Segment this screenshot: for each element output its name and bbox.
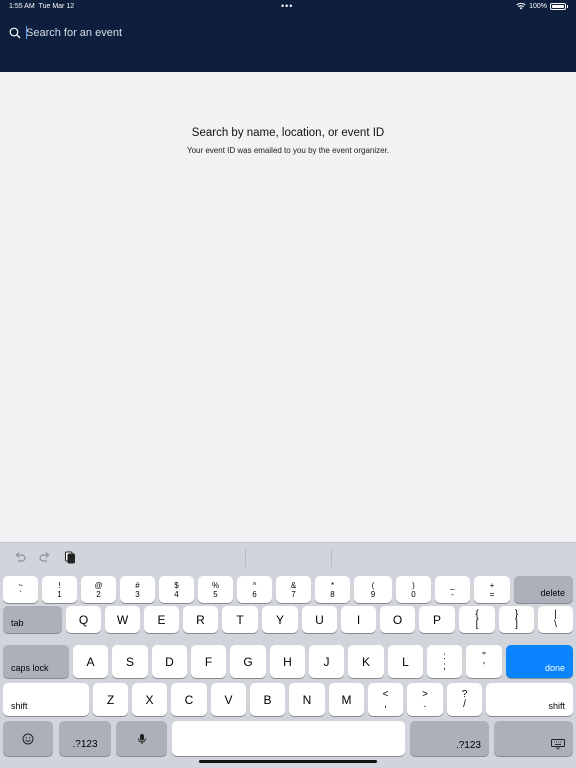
key-e[interactable]: E bbox=[144, 606, 179, 633]
key-bracket-close[interactable]: }] bbox=[499, 606, 534, 633]
key-bracket-open[interactable]: {[ bbox=[459, 606, 495, 633]
battery-percent: 100% bbox=[529, 2, 547, 10]
key-7[interactable]: & 7 bbox=[276, 576, 311, 603]
paste-icon[interactable] bbox=[63, 550, 77, 564]
hide-keyboard-key[interactable] bbox=[494, 721, 573, 756]
shift-left-key[interactable]: shift bbox=[3, 683, 89, 716]
key-9[interactable]: (9 bbox=[354, 576, 392, 603]
key-h[interactable]: H bbox=[270, 645, 305, 678]
key-j[interactable]: J bbox=[309, 645, 344, 678]
key-v[interactable]: V bbox=[211, 683, 246, 716]
search-icon bbox=[9, 27, 21, 39]
key-minus[interactable]: _ - bbox=[435, 576, 470, 603]
key-t[interactable]: T bbox=[222, 606, 258, 633]
wifi-icon bbox=[516, 2, 526, 10]
key-period[interactable]: >. bbox=[407, 683, 443, 716]
key-b[interactable]: B bbox=[250, 683, 285, 716]
key-i[interactable]: I bbox=[341, 606, 376, 633]
key-4[interactable]: $4 bbox=[159, 576, 194, 603]
numbers-mode-right-key[interactable]: .?123 bbox=[410, 721, 489, 756]
key-quote[interactable]: " ' bbox=[466, 645, 502, 678]
key-p[interactable]: P bbox=[419, 606, 455, 633]
key-0[interactable]: ) 0 bbox=[396, 576, 431, 603]
undo-icon[interactable] bbox=[13, 550, 27, 564]
status-time: 1:55 AM Tue Mar 12 bbox=[9, 3, 75, 10]
key-g[interactable]: G bbox=[230, 645, 266, 678]
key-equals[interactable]: + = bbox=[474, 576, 510, 603]
search-hint-title: Search by name, location, or event ID bbox=[191, 127, 385, 139]
key-o[interactable]: O bbox=[380, 606, 415, 633]
multitasking-dots-icon[interactable]: ••• bbox=[281, 1, 293, 11]
tab-key[interactable]: tab bbox=[3, 606, 62, 633]
key-x[interactable]: X bbox=[132, 683, 167, 716]
shortcut-divider bbox=[245, 549, 246, 567]
microphone-icon bbox=[137, 733, 146, 744]
key-1[interactable]: ! 1 bbox=[42, 576, 77, 603]
search-input[interactable] bbox=[26, 24, 546, 42]
key-r[interactable]: R bbox=[183, 606, 218, 633]
key-5[interactable]: % 5 bbox=[198, 576, 233, 603]
text-caret bbox=[26, 26, 27, 39]
key-comma[interactable]: <, bbox=[368, 683, 403, 716]
key-f[interactable]: F bbox=[191, 645, 226, 678]
key-u[interactable]: U bbox=[302, 606, 337, 633]
shift-right-key[interactable]: shift bbox=[486, 683, 573, 716]
delete-key[interactable]: delete bbox=[514, 576, 573, 603]
dictation-key[interactable] bbox=[116, 721, 167, 756]
key-slash[interactable]: ? / bbox=[447, 683, 482, 716]
key-backtick[interactable]: ~ ` bbox=[3, 576, 38, 603]
key-2[interactable]: @2 bbox=[81, 576, 116, 603]
key-8[interactable]: * 8 bbox=[315, 576, 350, 603]
status-indicators: 100% bbox=[516, 2, 568, 10]
shortcut-divider bbox=[331, 549, 332, 567]
key-d[interactable]: D bbox=[152, 645, 187, 678]
onscreen-keyboard: ~ ` ! 1 @2 #3 $4 % 5 ^ 6 & 7 * 8 (9 ) 0 _ - + = d… bbox=[0, 542, 576, 768]
key-3[interactable]: #3 bbox=[120, 576, 155, 603]
key-m[interactable]: M bbox=[329, 683, 364, 716]
key-backslash[interactable]: | \ bbox=[538, 606, 573, 633]
space-key[interactable] bbox=[172, 721, 405, 756]
emoji-key[interactable] bbox=[3, 721, 53, 756]
numbers-mode-left-key[interactable]: .?123 bbox=[59, 721, 111, 756]
key-l[interactable]: L bbox=[388, 645, 423, 678]
home-indicator[interactable] bbox=[199, 760, 377, 763]
caps-lock-key[interactable]: caps lock bbox=[3, 645, 69, 678]
key-w[interactable]: W bbox=[105, 606, 140, 633]
search-results-area: Search by name, location, or event ID Yo… bbox=[0, 72, 576, 542]
key-a[interactable]: A bbox=[73, 645, 108, 678]
key-n[interactable]: N bbox=[289, 683, 325, 716]
key-z[interactable]: Z bbox=[93, 683, 128, 716]
keyboard-shortcut-bar bbox=[0, 543, 576, 573]
keyboard-dismiss-icon bbox=[551, 739, 565, 750]
redo-icon[interactable] bbox=[38, 550, 52, 564]
key-semicolon[interactable]: :; bbox=[427, 645, 462, 678]
key-6[interactable]: ^ 6 bbox=[237, 576, 272, 603]
key-q[interactable]: Q bbox=[66, 606, 101, 633]
key-y[interactable]: Y bbox=[262, 606, 298, 633]
key-k[interactable]: K bbox=[348, 645, 384, 678]
emoji-icon bbox=[22, 733, 34, 744]
search-hint-subtitle: Your event ID was emailed to you by the … bbox=[186, 146, 390, 155]
battery-icon bbox=[550, 2, 566, 10]
done-key[interactable]: done bbox=[506, 645, 573, 678]
key-c[interactable]: C bbox=[171, 683, 207, 716]
key-s[interactable]: S bbox=[112, 645, 148, 678]
app-header: 1:55 AM Tue Mar 12 ••• 100% bbox=[0, 0, 576, 72]
